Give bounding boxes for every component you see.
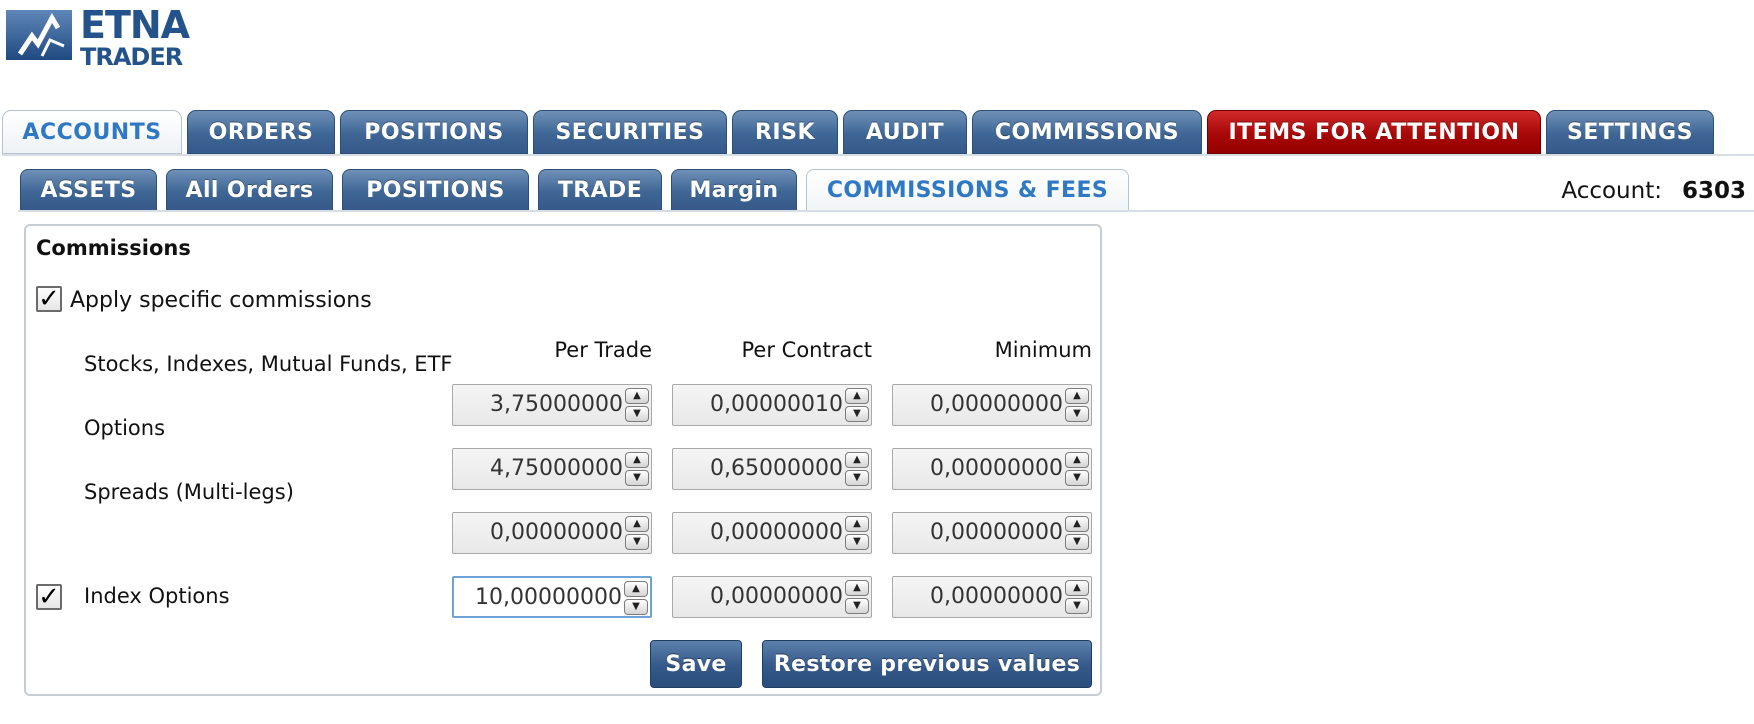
spinner-up-icon[interactable]: ▲ [845,452,869,468]
tab-commissions[interactable]: COMMISSIONS [972,110,1202,154]
spreads-minimum-spinner[interactable]: 0,00000000 ▲ ▼ [892,512,1092,554]
row-label-index-options: Index Options [84,584,230,608]
subtab-all-orders[interactable]: All Orders [166,169,333,211]
spinner-value: 0,00000000 [930,392,1063,417]
tab-accounts[interactable]: ACCOUNTS [2,110,182,154]
spinner-value: 0,00000000 [710,520,843,545]
spinner-down-icon[interactable]: ▼ [625,534,649,550]
spinner-value: 0,65000000 [710,456,843,481]
spinner-value: 4,75000000 [490,456,623,481]
spinner-value: 0,00000000 [930,584,1063,609]
spinner-up-icon[interactable]: ▲ [845,516,869,532]
spinner-value: 3,75000000 [490,392,623,417]
tab-securities[interactable]: SECURITIES [533,110,727,154]
stocks-per-contract-spinner[interactable]: 0,00000010 ▲ ▼ [672,384,872,426]
spinner-up-icon[interactable]: ▲ [1065,388,1089,404]
account-label: Account: [1561,178,1662,204]
row-label-stocks: Stocks, Indexes, Mutual Funds, ETF [84,352,453,376]
account-indicator: Account: 6303 [1561,178,1746,204]
save-button[interactable]: Save [650,640,742,688]
subtab-margin[interactable]: Margin [671,169,797,211]
spinner-down-icon[interactable]: ▼ [1065,470,1089,486]
restore-previous-values-button[interactable]: Restore previous values [762,640,1092,688]
spinner-value: 0,00000000 [930,520,1063,545]
tab-items-for-attention[interactable]: ITEMS FOR ATTENTION [1207,110,1541,154]
spinner-value: 0,00000000 [930,456,1063,481]
row-label-spreads: Spreads (Multi-legs) [84,480,294,504]
panel-title: Commissions [36,236,191,260]
account-number: 6303 [1681,178,1746,204]
column-header-per-contract: Per Contract [741,338,872,362]
spinner-up-icon[interactable]: ▲ [1065,516,1089,532]
subtab-commissions-fees[interactable]: COMMISSIONS & FEES [806,169,1129,211]
spinner-down-icon[interactable]: ▼ [1065,406,1089,422]
checkmark-icon: ✓ [38,284,60,314]
spinner-up-icon[interactable]: ▲ [845,580,869,596]
spinner-value: 0,00000000 [710,584,843,609]
options-per-contract-spinner[interactable]: 0,65000000 ▲ ▼ [672,448,872,490]
spinner-down-icon[interactable]: ▼ [845,598,869,614]
logo-text-trader: TRADER [80,43,183,71]
column-header-per-trade: Per Trade [554,338,652,362]
commissions-panel: Commissions ✓ Apply specific commissions… [24,224,1102,696]
spinner-down-icon[interactable]: ▼ [845,470,869,486]
stocks-per-trade-spinner[interactable]: 3,75000000 ▲ ▼ [452,384,652,426]
spinner-up-icon[interactable]: ▲ [1065,452,1089,468]
apply-specific-checkbox[interactable]: ✓ [36,286,62,312]
options-per-trade-spinner[interactable]: 4,75000000 ▲ ▼ [452,448,652,490]
etna-logo-mark-icon [6,10,72,60]
spinner-value: 0,00000010 [710,392,843,417]
subtab-assets[interactable]: ASSETS [20,169,157,211]
spinner-value: 0,00000000 [490,520,623,545]
index-options-checkbox[interactable]: ✓ [36,584,62,610]
spinner-down-icon[interactable]: ▼ [1065,534,1089,550]
index-options-per-trade-spinner[interactable]: 10,00000000 ▲ ▼ [452,576,652,618]
spreads-per-contract-spinner[interactable]: 0,00000000 ▲ ▼ [672,512,872,554]
tab-audit[interactable]: AUDIT [843,110,967,154]
row-label-options: Options [84,416,166,440]
spreads-per-trade-spinner[interactable]: 0,00000000 ▲ ▼ [452,512,652,554]
spinner-value: 10,00000000 [475,585,622,610]
stocks-minimum-spinner[interactable]: 0,00000000 ▲ ▼ [892,384,1092,426]
spinner-down-icon[interactable]: ▼ [625,470,649,486]
sub-tab-bar: ASSETS All Orders POSITIONS TRADE Margin… [20,169,1138,211]
spinner-down-icon[interactable]: ▼ [624,599,648,615]
logo-text-etna: ETNA [80,3,190,47]
spinner-up-icon[interactable]: ▲ [625,516,649,532]
index-options-per-contract-spinner[interactable]: 0,00000000 ▲ ▼ [672,576,872,618]
spinner-down-icon[interactable]: ▼ [845,534,869,550]
index-options-minimum-spinner[interactable]: 0,00000000 ▲ ▼ [892,576,1092,618]
tab-positions[interactable]: POSITIONS [340,110,528,154]
column-header-minimum: Minimum [994,338,1092,362]
spinner-down-icon[interactable]: ▼ [1065,598,1089,614]
spinner-up-icon[interactable]: ▲ [625,388,649,404]
logo-text: ETNA TRADER [80,3,190,71]
options-minimum-spinner[interactable]: 0,00000000 ▲ ▼ [892,448,1092,490]
apply-specific-label: Apply specific commissions [70,288,372,313]
spinner-up-icon[interactable]: ▲ [625,452,649,468]
spinner-down-icon[interactable]: ▼ [845,406,869,422]
tab-orders[interactable]: ORDERS [187,110,335,154]
subtab-positions[interactable]: POSITIONS [342,169,529,211]
checkmark-icon: ✓ [38,582,60,612]
spinner-up-icon[interactable]: ▲ [845,388,869,404]
sub-tab-divider [18,210,1754,212]
etna-trader-logo: ETNA TRADER [6,6,190,69]
tab-risk[interactable]: RISK [732,110,838,154]
spinner-down-icon[interactable]: ▼ [625,406,649,422]
spinner-up-icon[interactable]: ▲ [1065,580,1089,596]
main-tab-bar: ACCOUNTS ORDERS POSITIONS SECURITIES RIS… [2,110,1754,156]
spinner-up-icon[interactable]: ▲ [624,581,648,597]
tab-settings[interactable]: SETTINGS [1546,110,1714,154]
subtab-trade[interactable]: TRADE [538,169,662,211]
